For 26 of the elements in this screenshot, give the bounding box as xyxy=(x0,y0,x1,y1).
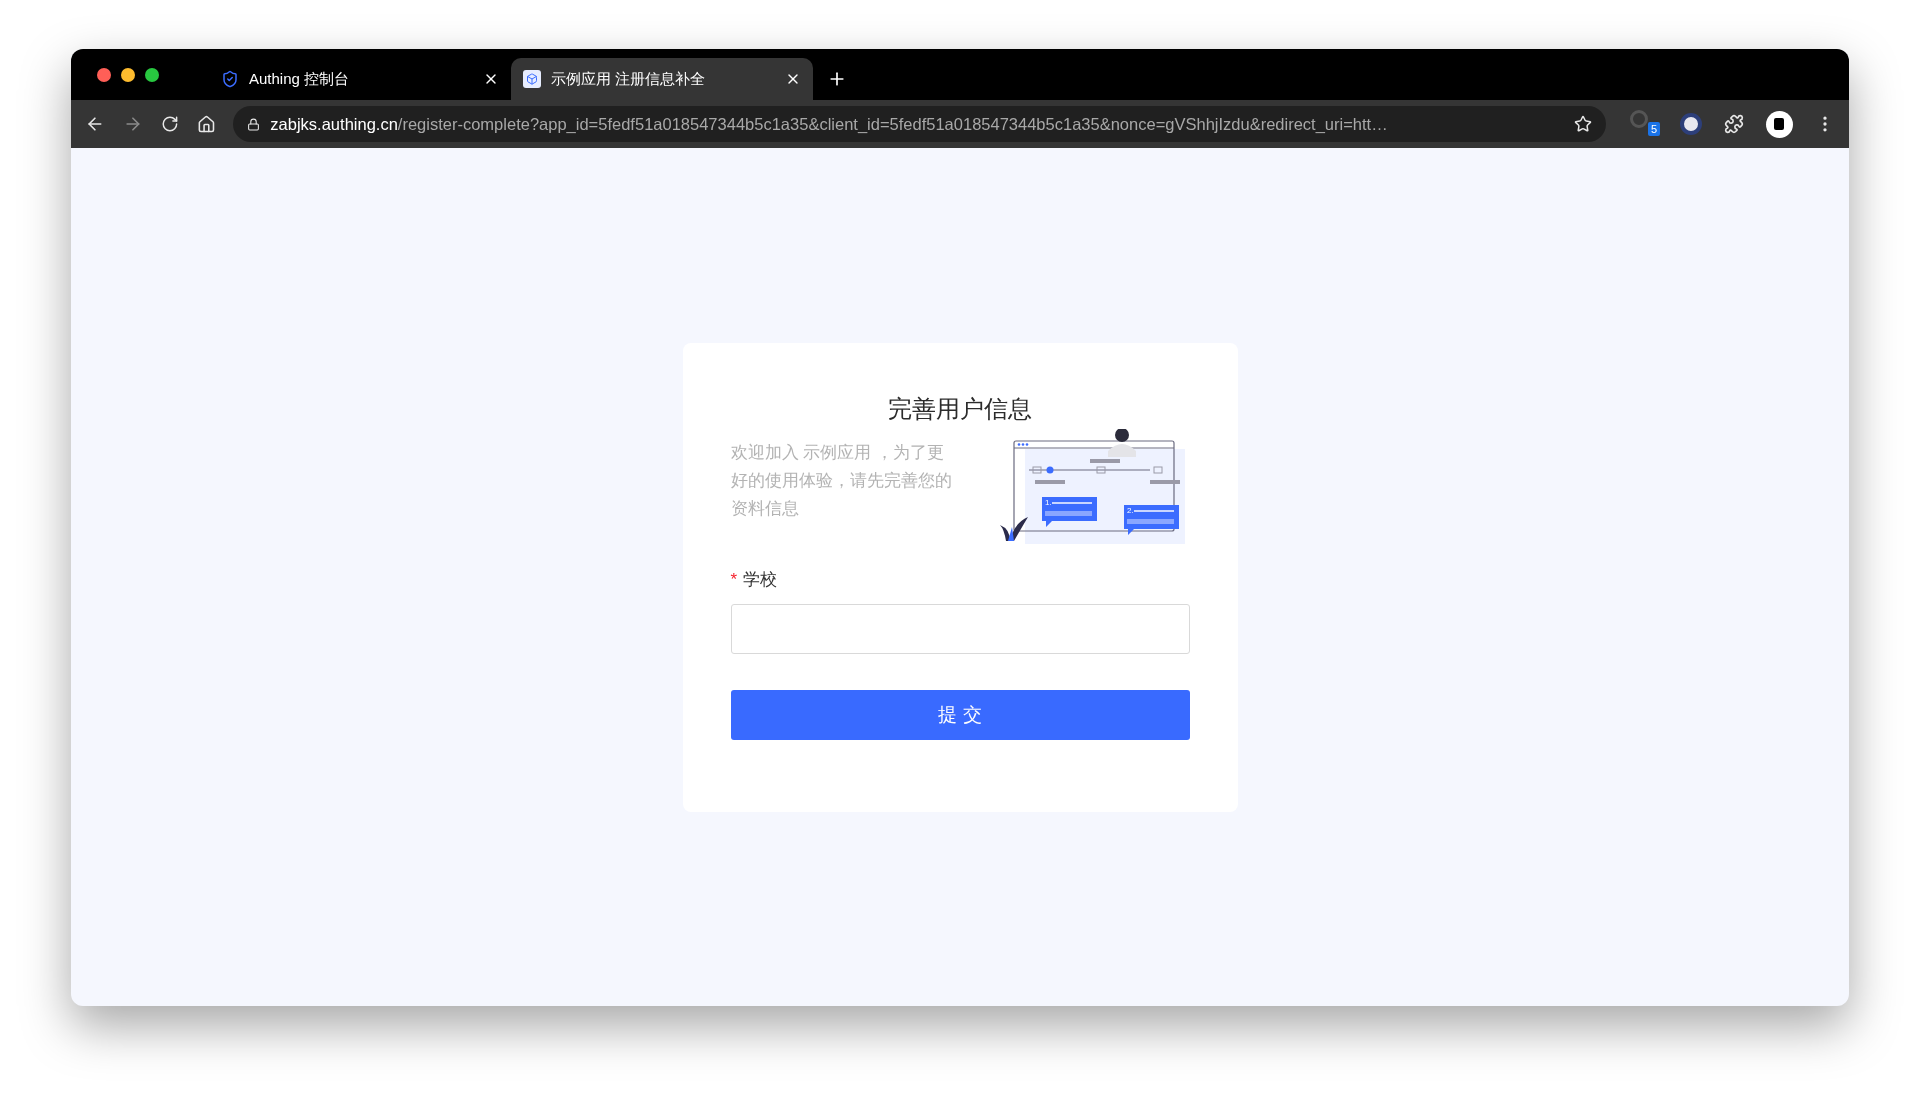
extension-badge: 5 xyxy=(1648,122,1661,136)
reload-icon[interactable] xyxy=(160,115,179,133)
step-number: 1. xyxy=(1044,498,1052,507)
school-input-field[interactable] xyxy=(730,604,1190,654)
required-mark: * xyxy=(730,569,738,591)
maximize-window-icon[interactable] xyxy=(145,67,159,82)
home-icon[interactable] xyxy=(196,114,216,134)
close-window-icon[interactable] xyxy=(97,67,111,82)
bookmark-star-icon[interactable] xyxy=(1574,115,1592,133)
extensions-puzzle-icon[interactable] xyxy=(1724,114,1744,134)
address-bar[interactable]: zabjks.authing.cn/register-complete?app_id=5fedf51a018547344b5c1a35&client_id=5fedf51a018547344b5c1a35&nonce=gVShhjIzdu&redirect_uri=htt… xyxy=(233,106,1606,142)
url-text: zabjks.authing.cn/register-complete?app_id=5fedf51a018547344b5c1a35&client_id=5fedf51a018547344b5c1a35&nonce=gVShhjIzdu&redirect_uri=htt… xyxy=(270,113,1389,135)
field-label: 学校 xyxy=(743,569,778,591)
profile-avatar-icon[interactable] xyxy=(1766,110,1793,138)
browser-tab[interactable]: 示例应用 注册信息补全 xyxy=(511,58,813,100)
welcome-text: 欢迎加入 示例应用 ，为了更好的使用体验，请先完善您的资料信息 xyxy=(730,442,953,520)
shield-icon xyxy=(221,70,239,88)
form-title: 完善用户信息 xyxy=(887,394,1033,424)
globe-extension-icon[interactable] xyxy=(1680,113,1702,135)
app-cube-icon xyxy=(523,70,541,88)
lock-icon xyxy=(247,117,261,131)
submit-button[interactable]: 提 交 xyxy=(730,690,1190,740)
tab-title: Authing 控制台 xyxy=(249,68,351,89)
step-number: 2. xyxy=(1126,506,1134,515)
minimize-window-icon[interactable] xyxy=(121,67,135,82)
tab-title: 示例应用 注册信息补全 xyxy=(551,68,707,89)
